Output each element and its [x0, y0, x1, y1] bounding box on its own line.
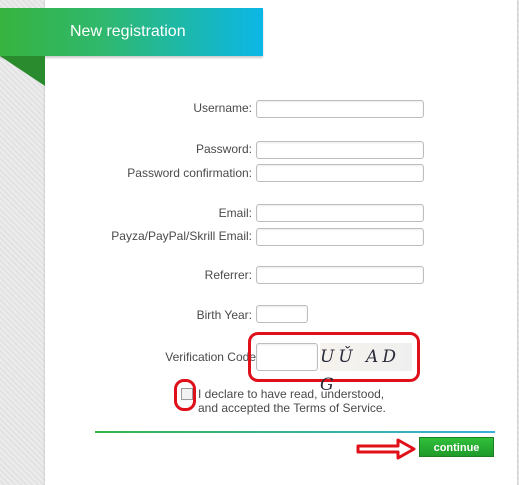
terms-line-1: I declare to have read, understood, [198, 387, 385, 401]
header-ribbon: New registration [0, 8, 263, 56]
birth-year-input[interactable] [256, 305, 308, 323]
password-confirmation-label: Password confirmation: [127, 166, 252, 180]
ribbon-fold [0, 56, 45, 86]
verification-code-input[interactable] [256, 343, 318, 371]
captcha-image: UǓ AD G [320, 343, 412, 395]
password-confirmation-input[interactable] [256, 164, 424, 182]
terms-text: I declare to have read, understood, and … [198, 387, 386, 415]
verification-code-label: Verification Code [165, 350, 256, 364]
payment-email-label: Payza/PayPal/Skrill Email: [111, 229, 252, 243]
continue-button[interactable]: continue [419, 437, 494, 457]
username-label: Username: [193, 101, 252, 115]
password-input[interactable] [256, 141, 424, 159]
page-title: New registration [70, 23, 186, 40]
form-divider [95, 431, 495, 433]
payment-email-input[interactable] [256, 228, 424, 246]
terms-checkbox[interactable] [181, 388, 193, 400]
arrow-right-icon [356, 438, 416, 460]
password-label: Password: [195, 142, 252, 156]
email-input[interactable] [256, 204, 424, 222]
terms-line-2: and accepted the Terms of Service. [198, 401, 386, 415]
referrer-input[interactable] [256, 266, 424, 284]
referrer-label: Referrer: [204, 268, 252, 282]
username-input[interactable] [256, 100, 424, 118]
birth-year-label: Birth Year: [196, 308, 252, 322]
email-label: Email: [218, 206, 252, 220]
